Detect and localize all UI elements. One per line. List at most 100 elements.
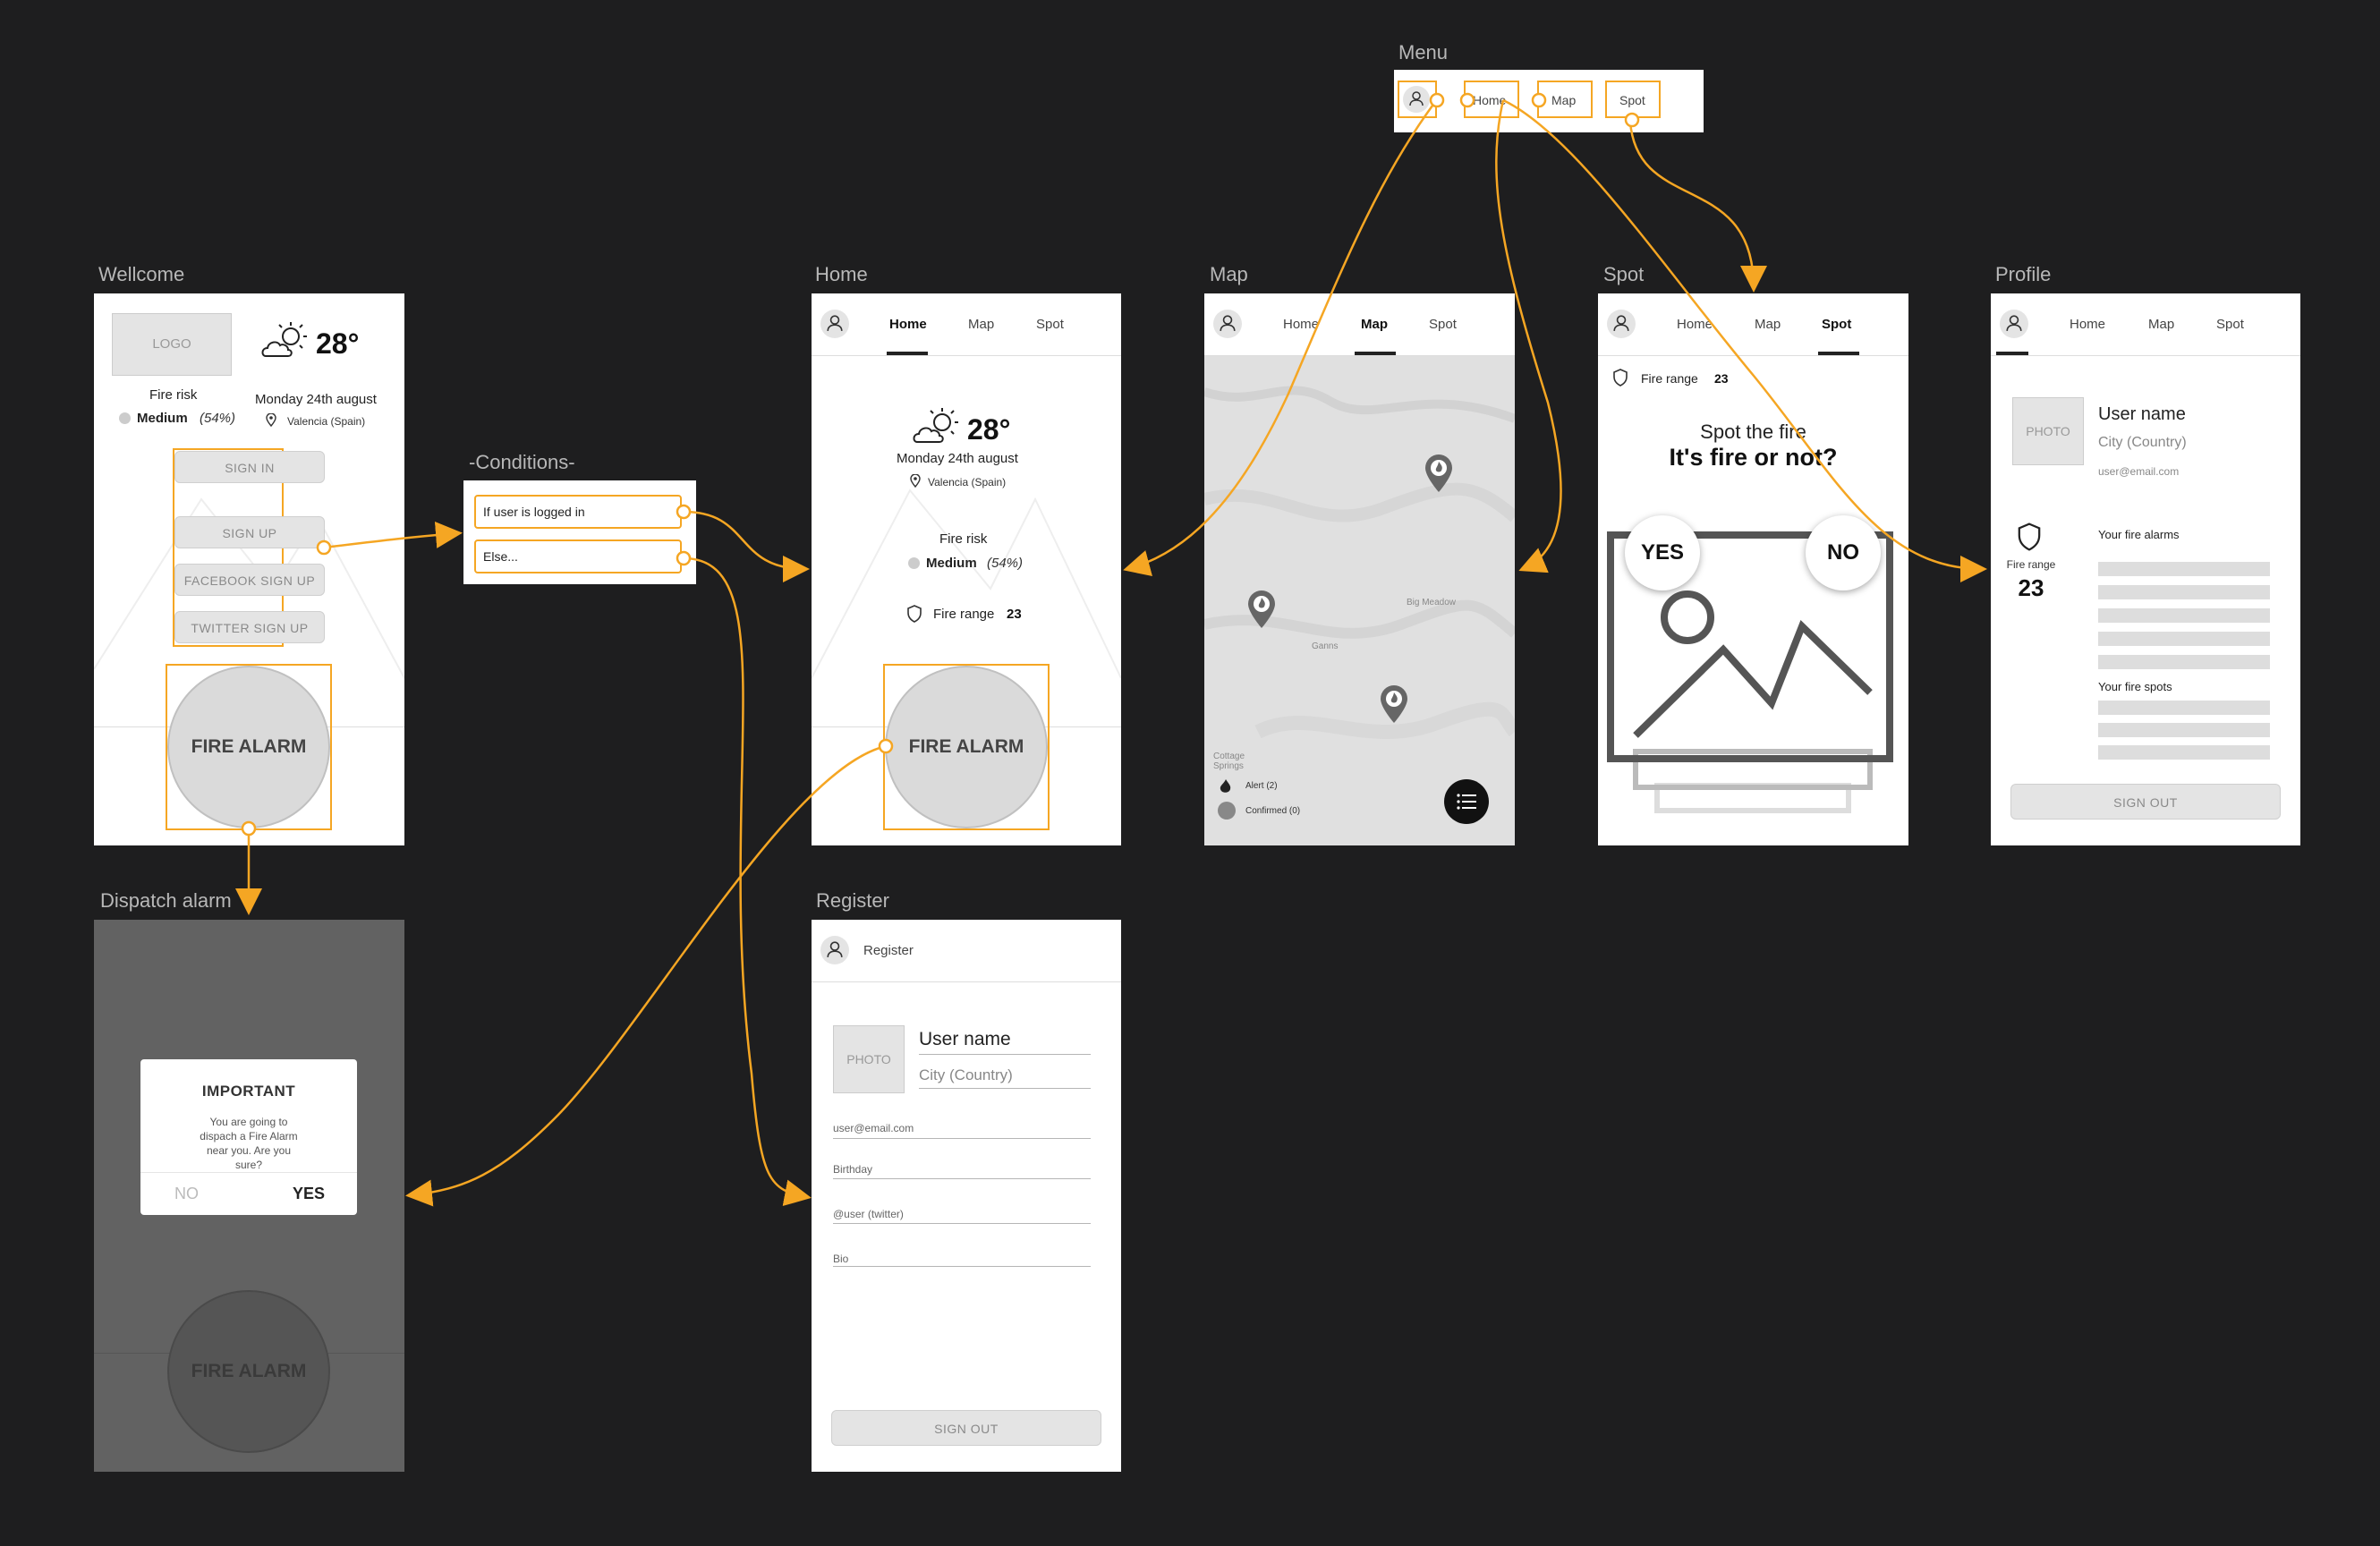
bio-field[interactable]: Bio [833, 1253, 848, 1265]
avatar-icon[interactable] [820, 310, 849, 338]
spots-title: Your fire spots [2098, 680, 2172, 693]
sign-out-button[interactable]: SIGN OUT [831, 1410, 1101, 1446]
alarm-row[interactable] [2098, 608, 2270, 623]
user-name-field[interactable]: User name [919, 1029, 1011, 1050]
spot-title: Spot the fire [1700, 420, 1806, 443]
dialog-message: You are going to dispach a Fire Alarm ne… [200, 1116, 298, 1171]
menu-frame: Home Map Spot [1394, 70, 1704, 132]
shield-icon [2018, 522, 2041, 551]
spot-row[interactable] [2098, 701, 2270, 715]
sign-up-button[interactable]: SIGN UP [174, 516, 325, 548]
alarm-row[interactable] [2098, 655, 2270, 669]
email-field[interactable]: user@email.com [833, 1122, 914, 1134]
fire-alarm-button[interactable]: FIRE ALARM [167, 666, 330, 828]
dialog-yes-button[interactable]: YES [293, 1185, 325, 1203]
register-header: Register [863, 943, 914, 958]
shield-icon [907, 605, 922, 623]
profile-frame: Home Map Spot PHOTO User name City (Coun… [1991, 293, 2300, 845]
condition-logged-in[interactable]: If user is logged in [474, 495, 682, 529]
map-frame: Home Map Spot Big Meadow Ganns Cottage S… [1204, 293, 1515, 845]
fire-pin-icon[interactable] [1378, 684, 1410, 725]
register-nav: Register [812, 920, 1121, 982]
risk-dot-icon [908, 557, 920, 569]
confirm-dialog: IMPORTANT You are going to dispach a Fir… [140, 1059, 357, 1215]
fire-alarm-button[interactable]: FIRE ALARM [885, 666, 1048, 828]
date: Monday 24th august [255, 392, 377, 407]
tab-home[interactable]: Home [2070, 317, 2105, 332]
location: Valencia (Spain) [287, 415, 366, 428]
register-frame: Register PHOTO User name City (Country) … [812, 920, 1121, 1472]
conditions-label: -Conditions- [469, 451, 575, 473]
avatar-icon[interactable] [1607, 310, 1636, 338]
risk-value: Medium [137, 411, 188, 426]
menu-map[interactable]: Map [1551, 93, 1576, 107]
dispatch-frame: FIRE ALARM IMPORTANT You are going to di… [94, 920, 404, 1472]
place-cottage-springs: Cottage Springs [1213, 752, 1245, 771]
list-menu-button[interactable] [1444, 779, 1489, 824]
fire-pin-icon[interactable] [1423, 453, 1455, 494]
spot-row[interactable] [2098, 723, 2270, 737]
tab-spot[interactable]: Spot [1429, 317, 1457, 332]
flame-icon [1220, 779, 1231, 793]
risk-value: Medium [926, 556, 977, 571]
spot-row[interactable] [2098, 745, 2270, 760]
place-ganns: Ganns [1312, 641, 1339, 651]
tab-spot[interactable]: Spot [2216, 317, 2244, 332]
photo-placeholder[interactable]: PHOTO [833, 1025, 905, 1093]
dialog-title: IMPORTANT [201, 1083, 296, 1100]
map-nav: Home Map Spot [1204, 293, 1515, 356]
shield-icon [1613, 369, 1628, 386]
alarm-row[interactable] [2098, 585, 2270, 599]
fire-range-value: 23 [2018, 574, 2044, 601]
profile-label: Profile [1995, 263, 2052, 285]
fire-range-label: Fire range [933, 607, 995, 622]
dispatch-label: Dispatch alarm [100, 889, 232, 912]
risk-percent: (54%) [200, 411, 236, 426]
menu-spot[interactable]: Spot [1619, 93, 1645, 107]
tab-home[interactable]: Home [1677, 317, 1713, 332]
birthday-field[interactable]: Birthday [833, 1163, 872, 1176]
alarm-row[interactable] [2098, 632, 2270, 646]
sun-cloud-icon [913, 408, 958, 443]
spot-label: Spot [1603, 263, 1645, 285]
dialog-no-button[interactable]: NO [174, 1185, 199, 1203]
legend-confirmed: Confirmed (0) [1245, 806, 1301, 816]
city-field[interactable]: City (Country) [919, 1066, 1013, 1084]
welcome-label: Wellcome [98, 263, 185, 285]
avatar-icon[interactable] [2000, 310, 2028, 338]
spot-frame: Home Map Spot Fire range 23 Spot the fir… [1598, 293, 1908, 845]
user-city: City (Country) [2098, 435, 2187, 450]
tab-map[interactable]: Map [2148, 317, 2174, 332]
tab-spot[interactable]: Spot [1822, 317, 1851, 332]
photo-placeholder[interactable]: PHOTO [2012, 397, 2084, 465]
tab-home[interactable]: Home [889, 317, 927, 332]
alarm-row[interactable] [2098, 562, 2270, 576]
tab-map[interactable]: Map [968, 317, 994, 332]
user-name: User name [2098, 404, 2186, 424]
risk-percent: (54%) [987, 556, 1024, 571]
home-label: Home [815, 263, 868, 285]
fire-pin-icon[interactable] [1245, 589, 1278, 630]
twitter-sign-up-button[interactable]: TWITTER SIGN UP [174, 611, 325, 643]
avatar-icon[interactable] [820, 936, 849, 964]
home-frame: Home Map Spot 28° Monday 24th august Val… [812, 293, 1121, 845]
tab-map[interactable]: Map [1361, 317, 1388, 332]
tab-spot[interactable]: Spot [1036, 317, 1064, 332]
yes-button[interactable]: YES [1625, 515, 1700, 590]
twitter-field[interactable]: @user (twitter) [833, 1208, 904, 1220]
sign-out-button[interactable]: SIGN OUT [2010, 784, 2281, 820]
legend-alert: Alert (2) [1245, 781, 1278, 791]
condition-else[interactable]: Else... [474, 539, 682, 573]
sign-in-button[interactable]: SIGN IN [174, 451, 325, 483]
avatar-icon[interactable] [1213, 310, 1242, 338]
tab-home[interactable]: Home [1283, 317, 1319, 332]
alarms-title: Your fire alarms [2098, 528, 2180, 541]
facebook-sign-up-button[interactable]: FACEBOOK SIGN UP [174, 564, 325, 596]
no-button[interactable]: NO [1806, 515, 1881, 590]
tab-map[interactable]: Map [1755, 317, 1781, 332]
sun-cloud-icon [261, 322, 307, 357]
spot-nav: Home Map Spot [1598, 293, 1908, 356]
menu-label: Menu [1398, 41, 1449, 64]
fire-range-value: 23 [1714, 371, 1729, 386]
menu-home[interactable]: Home [1473, 93, 1506, 107]
